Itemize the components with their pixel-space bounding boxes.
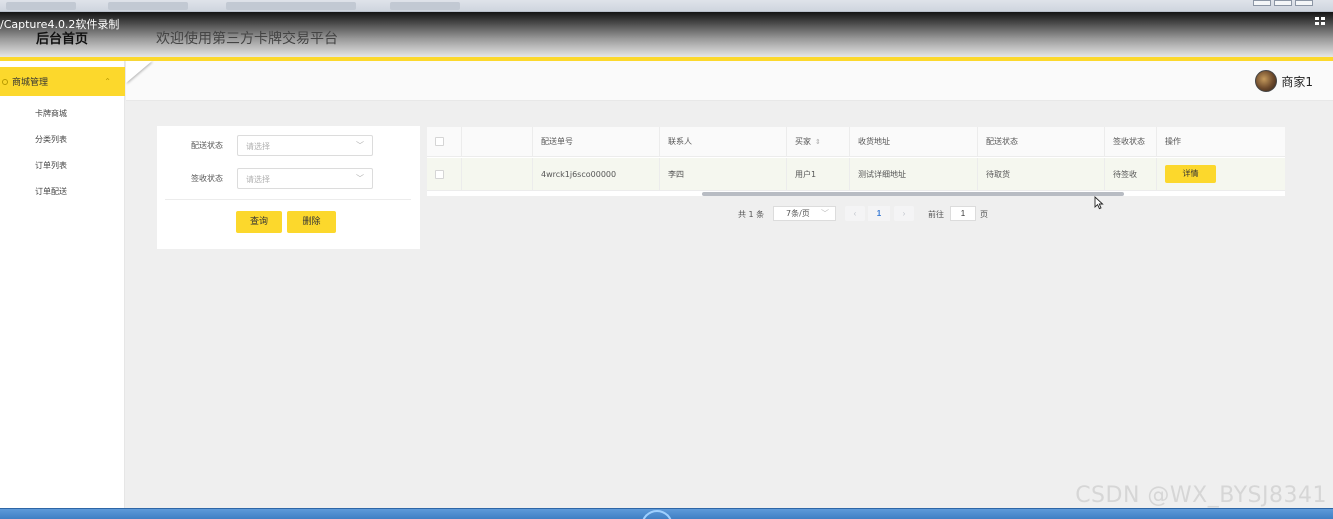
minimize-button[interactable] <box>1253 0 1271 6</box>
delete-button[interactable]: 删除 <box>287 211 336 233</box>
row-cell-receipt-status: 待签收 <box>1105 158 1157 190</box>
divider <box>165 199 411 200</box>
current-page[interactable]: 1 <box>868 206 890 221</box>
content-topbar: 商家1 <box>126 61 1333 101</box>
sidebar-group-shop-management[interactable]: 商城管理 ⌃ <box>0 67 125 96</box>
close-button[interactable] <box>1295 0 1313 6</box>
chevron-down-icon: ﹀ <box>356 174 364 183</box>
row-cell-address: 测试详细地址 <box>850 158 978 190</box>
circle-icon <box>2 78 8 85</box>
row-cell-buyer: 用户1 <box>787 158 850 190</box>
os-tab[interactable] <box>226 2 356 10</box>
sidebar-item-order-delivery[interactable]: 订单配送 <box>35 186 67 197</box>
next-page-button[interactable]: › <box>894 206 914 221</box>
header-cell-buyer-label: 买家 <box>795 137 811 146</box>
goto-label: 前往 <box>928 210 944 219</box>
page-size-value: 7条/页 <box>786 209 810 218</box>
receipt-status-label: 签收状态 <box>191 174 223 183</box>
user-name: 商家1 <box>1281 74 1313 89</box>
header-cell-delivery-no: 配送单号 <box>533 127 660 156</box>
sidebar-item-order-list[interactable]: 订单列表 <box>35 160 67 171</box>
horizontal-scrollbar[interactable] <box>702 192 1124 196</box>
select-placeholder: 请选择 <box>246 175 270 184</box>
pagination-total: 共 1 条 <box>738 210 765 219</box>
avatar <box>1255 70 1278 92</box>
mouse-cursor-icon <box>1094 196 1104 210</box>
prev-page-button[interactable]: ‹ <box>845 206 865 221</box>
header-cell-action: 操作 <box>1165 137 1181 146</box>
select-all-checkbox[interactable] <box>435 137 444 146</box>
row-select-cell <box>427 158 462 190</box>
row-cell-delivery-no: 4wrck1j6sco00000 <box>533 158 660 190</box>
header-cell-buyer[interactable]: 买家 ⇕ <box>787 127 850 156</box>
delivery-table: 配送单号 联系人 买家 ⇕ 收货地址 配送状态 签收状态 操作 4wrck1j6s… <box>427 127 1285 196</box>
sidebar-group-label: 商城管理 <box>12 78 49 88</box>
row-cell-contact: 李四 <box>660 158 787 190</box>
user-menu[interactable]: 商家1 <box>1255 70 1313 92</box>
header-cell-blank <box>462 127 533 156</box>
brand-home-link[interactable]: 后台首页 <box>36 28 88 47</box>
header-cell-receipt-status: 签收状态 <box>1105 127 1157 156</box>
goto-page-input[interactable]: 1 <box>950 206 976 221</box>
table-header-row: 配送单号 联系人 买家 ⇕ 收货地址 配送状态 签收状态 操作 <box>427 127 1285 157</box>
os-tab[interactable] <box>390 2 460 10</box>
row-cell-blank <box>462 158 533 190</box>
page-size-select[interactable]: 7条/页 ﹀ <box>773 206 836 221</box>
header-cell-contact: 联系人 <box>660 127 787 156</box>
row-checkbox[interactable] <box>435 169 444 179</box>
os-tab[interactable] <box>6 2 76 10</box>
header-cell-address: 收货地址 <box>850 127 978 156</box>
sort-icon[interactable]: ⇕ <box>815 138 821 146</box>
csdn-watermark: CSDN @WX_BYSJ8341 <box>1075 483 1327 508</box>
grid-icon[interactable] <box>1315 17 1325 25</box>
receipt-status-select[interactable]: 请选择 ﹀ <box>237 168 373 189</box>
chevron-up-icon: ⌃ <box>104 77 111 86</box>
page-suffix: 页 <box>980 210 988 219</box>
os-tab[interactable] <box>108 2 188 10</box>
select-all-cell <box>427 127 462 156</box>
row-cell-action: 详情 <box>1157 158 1285 190</box>
header-cell-delivery-status: 配送状态 <box>978 127 1105 156</box>
sidebar-item-category-list[interactable]: 分类列表 <box>35 134 67 145</box>
filter-panel: 配送状态 请选择 ﹀ 签收状态 请选择 ﹀ 查询 删除 <box>157 126 420 249</box>
delivery-status-label: 配送状态 <box>191 141 223 150</box>
os-tab-strip <box>0 0 1333 12</box>
row-cell-delivery-status: 待取货 <box>978 158 1105 190</box>
sidebar-item-card-shop[interactable]: 卡牌商城 <box>35 108 67 119</box>
chevron-down-icon: ﹀ <box>821 209 829 218</box>
delivery-status-select[interactable]: 请选择 ﹀ <box>237 135 373 156</box>
collapse-toggle[interactable] <box>126 61 152 83</box>
select-placeholder: 请选择 <box>246 142 270 151</box>
detail-button[interactable]: 详情 <box>1165 165 1216 183</box>
query-button[interactable]: 查询 <box>236 211 282 233</box>
site-title: 欢迎使用第三方卡牌交易平台 <box>156 31 338 47</box>
table-row: 4wrck1j6sco00000 李四 用户1 测试详细地址 待取货 待签收 详… <box>427 158 1285 191</box>
chevron-down-icon: ﹀ <box>356 141 364 150</box>
maximize-button[interactable] <box>1274 0 1292 6</box>
sidebar: 商城管理 ⌃ 卡牌商城 分类列表 订单列表 订单配送 <box>0 61 125 519</box>
window-controls <box>1253 0 1313 6</box>
